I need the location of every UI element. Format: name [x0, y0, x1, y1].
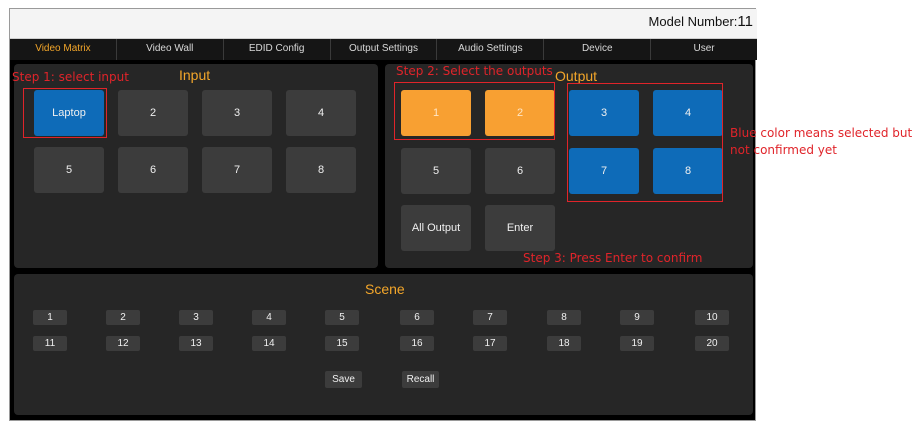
scene-button-5[interactable]: 5: [325, 310, 359, 325]
input-button-6[interactable]: 6: [118, 147, 188, 193]
scene-button-1[interactable]: 1: [33, 310, 67, 325]
output-button-5[interactable]: 5: [401, 148, 471, 194]
nav-tab-edid-config[interactable]: EDID Config: [224, 39, 331, 60]
scene-button-18[interactable]: 18: [547, 336, 581, 351]
model-number-value: 11: [737, 13, 753, 30]
input-button-5[interactable]: 5: [34, 147, 104, 193]
scene-panel: Scene 1 2 3 4 5 6 7 8 9 10 11 12 13 14 1…: [14, 274, 753, 415]
scene-button-17[interactable]: 17: [473, 336, 507, 351]
model-number-label: Model Number:: [648, 14, 738, 29]
scene-button-19[interactable]: 19: [620, 336, 654, 351]
step2-highlight-box: [394, 82, 555, 140]
nav-tab-video-wall[interactable]: Video Wall: [117, 39, 224, 60]
scene-button-12[interactable]: 12: [106, 336, 140, 351]
step1-highlight-box: [23, 88, 107, 138]
blue-note-line1: Blue color means selected but: [730, 126, 913, 140]
all-output-button[interactable]: All Output: [401, 205, 471, 251]
model-number-display: Model Number:11: [649, 13, 753, 30]
output-button-6[interactable]: 6: [485, 148, 555, 194]
scene-button-6[interactable]: 6: [400, 310, 434, 325]
input-button-4[interactable]: 4: [286, 90, 356, 136]
nav-tab-output-settings[interactable]: Output Settings: [331, 39, 438, 60]
scene-button-4[interactable]: 4: [252, 310, 286, 325]
scene-button-14[interactable]: 14: [252, 336, 286, 351]
output-panel-title: Output: [555, 68, 598, 84]
step3-annotation: Step 3: Press Enter to confirm: [523, 251, 703, 265]
scene-button-7[interactable]: 7: [473, 310, 507, 325]
scene-panel-title: Scene: [365, 281, 405, 297]
scene-button-16[interactable]: 16: [400, 336, 434, 351]
main-nav-bar: Video Matrix Video Wall EDID Config Outp…: [10, 39, 757, 60]
input-panel-title: Input: [179, 67, 211, 83]
input-button-8[interactable]: 8: [286, 147, 356, 193]
scene-button-15[interactable]: 15: [325, 336, 359, 351]
input-button-2[interactable]: 2: [118, 90, 188, 136]
scene-button-11[interactable]: 11: [33, 336, 67, 351]
scene-button-10[interactable]: 10: [695, 310, 729, 325]
scene-recall-button[interactable]: Recall: [402, 371, 439, 388]
nav-tab-video-matrix[interactable]: Video Matrix: [10, 39, 117, 60]
input-button-3[interactable]: 3: [202, 90, 272, 136]
blue-selection-highlight-box: [567, 83, 723, 202]
top-header-bar: Model Number:11: [10, 9, 757, 39]
scene-button-13[interactable]: 13: [179, 336, 213, 351]
nav-tab-audio-settings[interactable]: Audio Settings: [437, 39, 545, 60]
scene-button-9[interactable]: 9: [620, 310, 654, 325]
scene-save-button[interactable]: Save: [325, 371, 362, 388]
scene-button-2[interactable]: 2: [106, 310, 140, 325]
input-button-7[interactable]: 7: [202, 147, 272, 193]
nav-tab-device[interactable]: Device: [544, 39, 652, 60]
enter-button[interactable]: Enter: [485, 205, 555, 251]
blue-note-line2: not confirmed yet: [730, 143, 837, 157]
step2-annotation: Step 2: Select the outputs: [396, 64, 553, 78]
nav-tab-user[interactable]: User: [651, 39, 757, 60]
scene-button-3[interactable]: 3: [179, 310, 213, 325]
step1-annotation: Step 1: select input: [12, 70, 129, 84]
scene-button-8[interactable]: 8: [547, 310, 581, 325]
scene-button-20[interactable]: 20: [695, 336, 729, 351]
